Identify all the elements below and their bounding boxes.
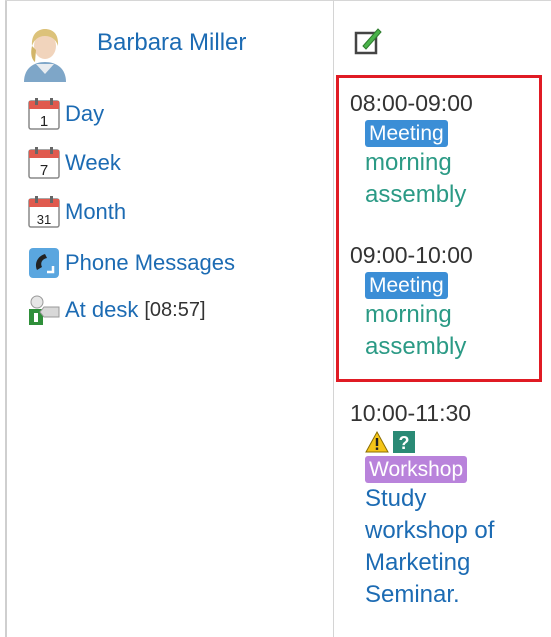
svg-text:1: 1 bbox=[40, 113, 48, 130]
column-divider bbox=[333, 0, 334, 637]
svg-text:?: ? bbox=[399, 433, 410, 453]
meeting-badge: Meeting bbox=[365, 120, 448, 147]
event-time: 08:00-09:00 bbox=[350, 90, 473, 116]
event-2: 09:00-10:00 Meeting morning assembly bbox=[350, 240, 535, 363]
svg-text:7: 7 bbox=[40, 162, 48, 179]
presence-time: [08:57] bbox=[144, 298, 206, 321]
user-name-link[interactable]: Barbara Miller bbox=[97, 29, 246, 57]
nav-phone-messages[interactable]: Phone Messages bbox=[27, 246, 235, 280]
nav-phone-messages-label: Phone Messages bbox=[65, 250, 235, 275]
phone-icon bbox=[29, 248, 59, 278]
event-time: 09:00-10:00 bbox=[350, 242, 473, 268]
presence-status[interactable]: At desk [08:57] bbox=[27, 293, 206, 327]
event-time: 10:00-11:30 bbox=[350, 400, 472, 426]
workshop-badge: Workshop bbox=[365, 456, 468, 483]
nav-day-label: Day bbox=[65, 101, 105, 126]
svg-text:31: 31 bbox=[37, 212, 51, 227]
nav-day[interactable]: 1 Day bbox=[27, 97, 104, 131]
event-3: 10:00-11:30 ? Workshop Study workshop of… bbox=[350, 398, 535, 611]
presence-at-desk-icon bbox=[29, 295, 60, 325]
event-title-link[interactable]: Study workshop of Marketing Seminar. bbox=[365, 483, 535, 611]
nav-month[interactable]: 31 Month bbox=[27, 195, 126, 229]
calendar-day-icon: 1 bbox=[28, 98, 60, 130]
calendar-month-icon: 31 bbox=[28, 196, 60, 228]
warning-icon bbox=[365, 430, 389, 453]
nav-week[interactable]: 7 Week bbox=[27, 146, 121, 180]
avatar[interactable] bbox=[18, 24, 72, 82]
event-title-link[interactable]: morning assembly bbox=[365, 299, 535, 363]
frame-border-top bbox=[5, 0, 551, 1]
nav-week-label: Week bbox=[65, 150, 121, 175]
meeting-badge: Meeting bbox=[365, 272, 448, 299]
event-title-link[interactable]: morning assembly bbox=[365, 147, 535, 211]
event-1: 08:00-09:00 Meeting morning assembly bbox=[350, 88, 535, 211]
compose-icon[interactable] bbox=[354, 28, 384, 56]
nav-month-label: Month bbox=[65, 199, 127, 224]
presence-label: At desk bbox=[65, 297, 139, 322]
calendar-week-icon: 7 bbox=[28, 147, 60, 179]
question-icon: ? bbox=[393, 431, 415, 453]
frame-border-left bbox=[5, 0, 7, 637]
